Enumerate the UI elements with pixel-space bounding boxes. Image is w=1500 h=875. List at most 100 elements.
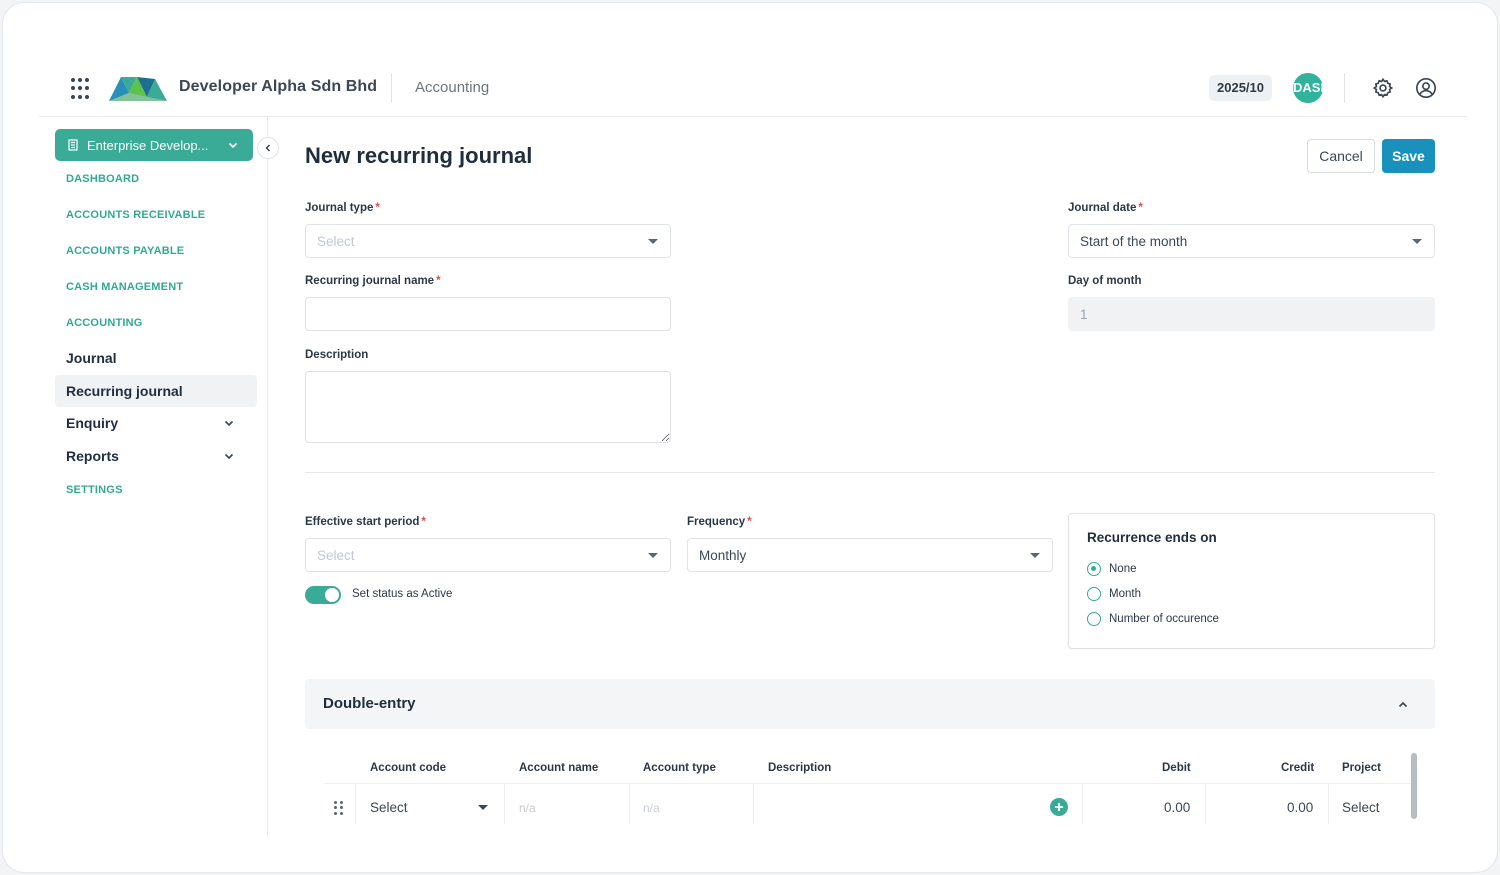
column-header-account-name: Account name: [519, 762, 599, 774]
journal-type-select[interactable]: Select: [305, 224, 671, 258]
table-row-divider: [324, 783, 1414, 784]
column-separator: [1328, 784, 1329, 824]
module-name: Accounting: [415, 79, 490, 96]
journal-date-value: Start of the month: [1080, 233, 1188, 249]
user-circle-icon[interactable]: [1415, 77, 1437, 99]
column-separator: [629, 784, 630, 824]
nav-accounts-receivable[interactable]: ACCOUNTS RECEIVABLE: [66, 209, 205, 221]
journal-type-placeholder: Select: [317, 233, 355, 249]
chevron-left-icon: [265, 144, 271, 152]
column-separator: [1082, 784, 1083, 824]
period-badge[interactable]: 2025/10: [1209, 75, 1272, 101]
day-of-month-label: Day of month: [1068, 275, 1142, 287]
frequency-select[interactable]: Monthly: [687, 538, 1053, 572]
company-name: Developer Alpha Sdn Bhd: [179, 78, 378, 95]
effective-start-select[interactable]: Select: [305, 538, 671, 572]
apps-grid-icon[interactable]: [71, 78, 93, 100]
frequency-label: Frequency *: [687, 516, 752, 528]
page-title: New recurring journal: [305, 143, 533, 168]
app-window: Developer Alpha Sdn Bhd Accounting 2025/…: [2, 2, 1498, 873]
sidebar-item-label: Reports: [66, 448, 119, 464]
status-active-label: Set status as Active: [352, 588, 453, 600]
sidebar-item-journal[interactable]: Journal: [55, 342, 257, 374]
debit-input[interactable]: 0.00: [1164, 800, 1190, 815]
journal-type-label: Journal type *: [305, 202, 380, 214]
column-header-description: Description: [768, 762, 832, 774]
company-logo: [109, 77, 167, 101]
divider: [1344, 73, 1345, 103]
day-of-month-field: 1: [1068, 297, 1435, 331]
avatar[interactable]: DASB: [1293, 73, 1323, 103]
save-button[interactable]: Save: [1382, 139, 1435, 173]
description-label: Description: [305, 349, 369, 361]
chevron-down-icon: [224, 420, 234, 427]
description-textarea[interactable]: [305, 371, 671, 443]
double-entry-title: Double-entry: [323, 695, 416, 712]
account-code-select[interactable]: Select: [370, 800, 408, 815]
chevron-up-icon: [1398, 701, 1408, 708]
section-divider: [305, 472, 1435, 473]
table-scrollbar[interactable]: [1411, 753, 1417, 819]
column-header-credit: Credit: [1281, 762, 1315, 774]
recurrence-title: Recurrence ends on: [1087, 530, 1217, 545]
column-separator: [753, 784, 754, 824]
project-select[interactable]: Select: [1342, 800, 1380, 815]
column-header-project: Project: [1342, 762, 1381, 774]
top-bar: Developer Alpha Sdn Bhd Accounting 2025/…: [39, 61, 1467, 117]
nav-accounts-payable[interactable]: ACCOUNTS PAYABLE: [66, 245, 184, 257]
nav-settings[interactable]: SETTINGS: [66, 484, 123, 496]
sidebar: Enterprise Develop... DASHBOARD ACCOUNTS…: [39, 117, 279, 837]
caret-down-icon: [648, 553, 658, 558]
column-separator: [504, 784, 505, 824]
radio-unselected-icon: [1087, 612, 1101, 626]
org-selector-label: Enterprise Develop...: [87, 137, 209, 153]
caret-down-icon: [478, 805, 488, 810]
cancel-button[interactable]: Cancel: [1307, 139, 1375, 173]
radio-label: Number of occurence: [1109, 613, 1219, 625]
recurrence-option-occurrence[interactable]: Number of occurence: [1087, 612, 1219, 626]
column-header-account-code: Account code: [370, 762, 447, 774]
sidebar-item-enquiry[interactable]: Enquiry: [55, 407, 257, 439]
sidebar-item-recurring-journal[interactable]: Recurring journal: [55, 375, 257, 407]
collapse-sidebar-button[interactable]: [257, 137, 279, 159]
building-icon: [68, 139, 78, 151]
radio-label: Month: [1109, 588, 1141, 600]
radio-unselected-icon: [1087, 587, 1101, 601]
journal-date-select[interactable]: Start of the month: [1068, 224, 1435, 258]
sidebar-item-reports[interactable]: Reports: [55, 440, 257, 472]
sidebar-item-label: Recurring journal: [66, 383, 183, 399]
nav-cash-management[interactable]: CASH MANAGEMENT: [66, 281, 183, 293]
chevron-down-icon: [228, 142, 238, 149]
nav-accounting[interactable]: ACCOUNTING: [66, 317, 143, 329]
day-of-month-value: 1: [1080, 306, 1088, 322]
credit-input[interactable]: 0.00: [1287, 800, 1313, 815]
chevron-down-icon: [224, 453, 234, 460]
radio-selected-icon: [1087, 562, 1101, 576]
nav-dashboard[interactable]: DASHBOARD: [66, 173, 139, 185]
status-active-toggle[interactable]: [305, 586, 341, 604]
radio-label: None: [1109, 563, 1137, 575]
account-name-cell: n/a: [519, 801, 536, 815]
column-separator: [355, 784, 356, 824]
effective-start-label: Effective start period *: [305, 516, 426, 528]
journal-name-label: Recurring journal name *: [305, 275, 441, 287]
drag-handle-icon[interactable]: [334, 801, 344, 815]
divider: [391, 73, 392, 103]
sidebar-item-label: Journal: [66, 350, 117, 366]
org-selector[interactable]: Enterprise Develop...: [55, 129, 253, 161]
effective-start-placeholder: Select: [317, 547, 355, 563]
gear-icon[interactable]: [1372, 77, 1394, 99]
caret-down-icon: [648, 239, 658, 244]
journal-date-label: Journal date *: [1068, 202, 1143, 214]
recurrence-option-month[interactable]: Month: [1087, 587, 1141, 601]
double-entry-header[interactable]: Double-entry: [305, 679, 1435, 729]
account-type-cell: n/a: [643, 801, 660, 815]
add-line-button[interactable]: [1050, 798, 1068, 816]
recurrence-panel: Recurrence ends on None Month Number of …: [1068, 513, 1435, 649]
journal-name-input[interactable]: [305, 297, 671, 331]
recurrence-option-none[interactable]: None: [1087, 562, 1137, 576]
column-separator: [1205, 784, 1206, 824]
plus-icon: [1055, 803, 1063, 811]
caret-down-icon: [1412, 239, 1422, 244]
frequency-value: Monthly: [699, 547, 747, 563]
